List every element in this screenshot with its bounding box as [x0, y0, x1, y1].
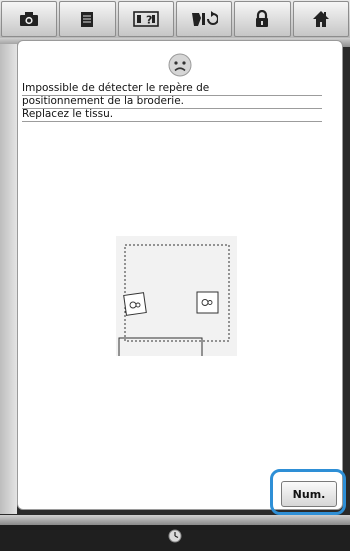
lock-button[interactable]	[234, 1, 291, 37]
clock-icon[interactable]	[168, 529, 182, 543]
camera-button[interactable]	[1, 1, 58, 37]
num-button[interactable]: Num.	[281, 481, 337, 507]
document-icon	[81, 11, 94, 27]
embroidery-position-diagram	[116, 236, 237, 369]
camera-icon	[20, 12, 39, 26]
position-marker-right	[196, 291, 219, 314]
document-button[interactable]	[59, 1, 116, 37]
message-line-3: Replacez le tissu.	[22, 109, 322, 122]
help-button[interactable]: ?	[117, 1, 174, 37]
lock-icon	[256, 10, 269, 27]
bottom-strip	[0, 515, 350, 525]
sad-face-icon	[168, 53, 192, 77]
thread-change-button[interactable]	[175, 1, 233, 37]
top-toolbar: ?	[0, 0, 350, 38]
left-rail	[0, 44, 17, 514]
svg-text:?: ?	[146, 14, 152, 27]
home-button[interactable]	[292, 1, 349, 37]
help-icon: ?	[133, 11, 159, 27]
position-marker-left	[123, 292, 147, 316]
thread-change-icon	[192, 11, 219, 26]
home-icon	[312, 11, 329, 27]
diagram-illustration	[118, 244, 230, 369]
